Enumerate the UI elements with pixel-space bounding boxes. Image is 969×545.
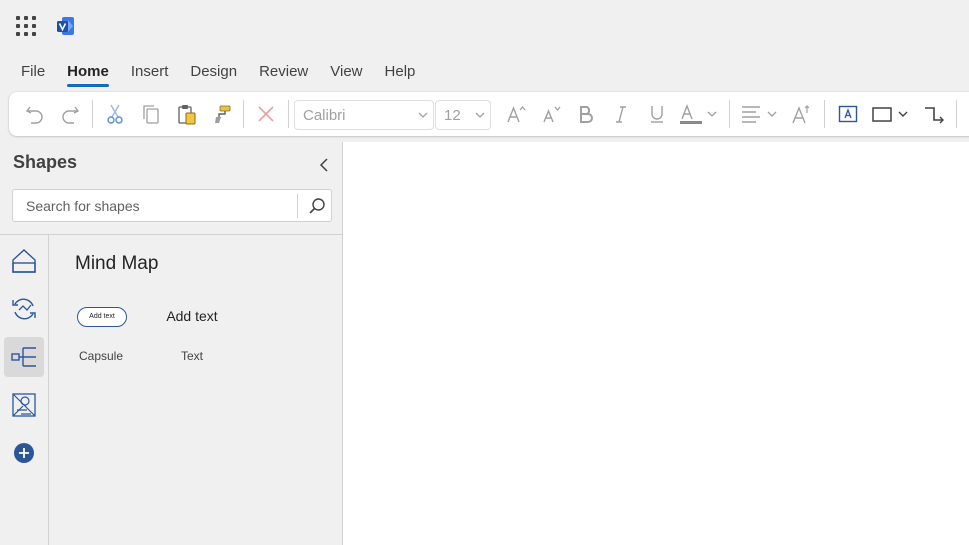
shape-label: Capsule bbox=[78, 349, 124, 363]
bold-button[interactable] bbox=[572, 100, 600, 128]
shape-text[interactable]: Add text Text bbox=[152, 299, 232, 369]
drawing-canvas[interactable] bbox=[343, 142, 969, 545]
search-divider bbox=[297, 194, 298, 218]
tab-design[interactable]: Design bbox=[179, 57, 248, 87]
basic-shapes-icon bbox=[12, 249, 36, 273]
mind-map-icon bbox=[11, 347, 36, 367]
ribbon-separator bbox=[243, 100, 244, 128]
increase-font-button[interactable] bbox=[502, 100, 530, 128]
underline-icon bbox=[651, 106, 663, 123]
chevron-down-icon bbox=[475, 112, 485, 118]
connector-icon bbox=[925, 107, 944, 124]
decrease-font-icon bbox=[543, 106, 561, 123]
ribbon-separator bbox=[824, 100, 825, 128]
ribbon-separator bbox=[92, 100, 93, 128]
search-icon bbox=[309, 198, 325, 214]
shapes-panel: Shapes Min bbox=[0, 142, 343, 545]
font-color-button[interactable] bbox=[678, 100, 718, 128]
tab-file[interactable]: File bbox=[10, 57, 56, 87]
ribbon-separator bbox=[288, 100, 289, 128]
title-bar bbox=[0, 0, 969, 52]
redo-icon bbox=[62, 106, 80, 124]
decrease-font-button[interactable] bbox=[537, 100, 565, 128]
tab-home[interactable]: Home bbox=[56, 57, 120, 87]
undo-button[interactable] bbox=[21, 100, 49, 128]
text-style-icon bbox=[792, 105, 810, 124]
collapse-panel-icon[interactable] bbox=[314, 156, 334, 174]
shape-label: Text bbox=[180, 349, 203, 363]
stencil-rail bbox=[0, 235, 49, 545]
engineering-icon bbox=[12, 393, 36, 417]
visio-logo-icon bbox=[57, 17, 74, 35]
rail-more-shapes[interactable] bbox=[4, 433, 44, 473]
text-preview: Add text bbox=[166, 308, 218, 324]
align-button[interactable] bbox=[738, 100, 780, 128]
more-shapes-icon bbox=[14, 443, 34, 463]
font-name-value: Calibri bbox=[303, 106, 346, 124]
redo-button[interactable] bbox=[56, 100, 84, 128]
capsule-preview: Add text bbox=[77, 307, 127, 327]
ribbon-toolbar: Calibri 12 bbox=[9, 92, 969, 136]
font-size-value: 12 bbox=[444, 106, 461, 124]
format-painter-icon bbox=[215, 105, 231, 123]
app-launcher-icon[interactable] bbox=[16, 16, 36, 36]
ribbon-separator bbox=[956, 100, 957, 128]
tab-review[interactable]: Review bbox=[248, 57, 319, 87]
ribbon-separator bbox=[729, 100, 730, 128]
delete-icon bbox=[258, 106, 274, 122]
font-color-icon bbox=[680, 104, 717, 124]
visio-app: File Home Insert Design Review View Help bbox=[0, 0, 969, 545]
font-size-combo[interactable]: 12 bbox=[435, 100, 491, 130]
connector-button[interactable] bbox=[920, 100, 948, 128]
undo-icon bbox=[25, 106, 43, 124]
copy-button[interactable] bbox=[137, 100, 165, 128]
rail-basic-shapes[interactable] bbox=[4, 241, 44, 281]
increase-font-icon bbox=[507, 105, 526, 123]
delete-button[interactable] bbox=[252, 100, 280, 128]
text-box-icon bbox=[838, 105, 858, 123]
cycle-icon bbox=[12, 298, 36, 320]
chevron-down-icon bbox=[418, 112, 428, 118]
align-icon bbox=[742, 106, 777, 123]
cut-button[interactable] bbox=[101, 100, 129, 128]
copy-icon bbox=[143, 105, 159, 124]
rectangle-shape-button[interactable] bbox=[870, 100, 912, 128]
panel-title: Shapes bbox=[13, 152, 78, 172]
text-style-button[interactable] bbox=[788, 100, 816, 128]
rail-engineering[interactable] bbox=[4, 385, 44, 425]
rail-cycle[interactable] bbox=[4, 289, 44, 329]
cut-icon bbox=[107, 104, 123, 124]
italic-icon bbox=[616, 106, 626, 123]
italic-button[interactable] bbox=[607, 100, 635, 128]
tab-view[interactable]: View bbox=[319, 57, 373, 87]
rectangle-icon bbox=[872, 107, 908, 122]
bold-icon bbox=[580, 106, 593, 123]
paste-button[interactable] bbox=[173, 100, 201, 128]
font-name-combo[interactable]: Calibri bbox=[294, 100, 434, 130]
menu-tabs: File Home Insert Design Review View Help bbox=[0, 56, 426, 88]
tab-help[interactable]: Help bbox=[374, 57, 427, 87]
format-painter-button[interactable] bbox=[208, 100, 236, 128]
text-box-button[interactable] bbox=[834, 100, 862, 128]
stencil-title: Mind Map bbox=[75, 253, 159, 274]
tab-insert[interactable]: Insert bbox=[120, 57, 180, 87]
paste-icon bbox=[178, 105, 196, 125]
shape-capsule[interactable]: Add text Capsule bbox=[61, 299, 141, 369]
shape-search-box bbox=[12, 189, 332, 222]
search-button[interactable] bbox=[303, 192, 331, 220]
rail-mind-map[interactable] bbox=[4, 337, 44, 377]
panel-divider bbox=[0, 234, 342, 235]
search-input[interactable] bbox=[14, 191, 296, 220]
underline-button[interactable] bbox=[643, 100, 671, 128]
